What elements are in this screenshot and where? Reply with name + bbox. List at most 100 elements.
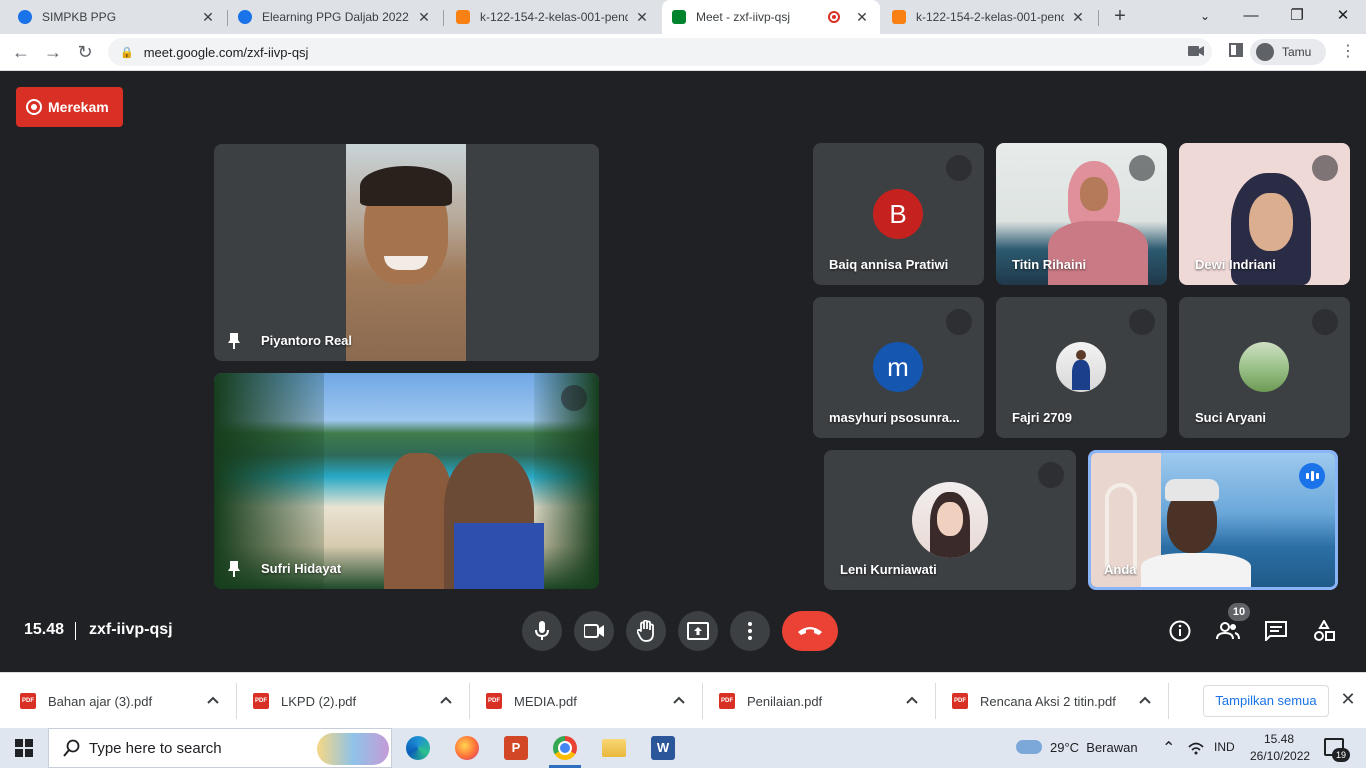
menu-icon[interactable]: ⋮ <box>1340 42 1356 62</box>
globe-icon <box>238 10 252 24</box>
tab-elearning[interactable]: Elearning PPG Daljab 2022 ✕ <box>228 0 442 34</box>
participant-tile[interactable]: Leni Kurniawati <box>824 450 1076 590</box>
tab-moodle-1[interactable]: k-122-154-2-kelas-001-pend ✕ <box>446 0 660 34</box>
browser-tab-strip: SIMPKB PPG ✕ Elearning PPG Daljab 2022 ✕… <box>0 0 1366 34</box>
search-highlight-image <box>317 733 389 765</box>
more-vert-icon <box>748 622 752 640</box>
chat-button[interactable] <box>1263 618 1289 644</box>
chevron-up-icon[interactable] <box>439 693 453 707</box>
profile-button[interactable]: Tamu <box>1250 39 1326 65</box>
info-icon <box>1169 620 1191 642</box>
participant-tile[interactable]: m masyhuri psosunra... <box>813 297 984 438</box>
participant-tile[interactable]: Dewi Indriani <box>1179 143 1350 285</box>
self-view-tile[interactable]: Anda <box>1088 450 1338 590</box>
download-filename: Penilaian.pdf <box>747 693 823 709</box>
chevron-up-icon[interactable] <box>905 693 919 707</box>
tab-simpkb[interactable]: SIMPKB PPG ✕ <box>8 0 226 34</box>
clock-date[interactable]: 26/10/2022 <box>1250 749 1310 763</box>
participant-tile[interactable]: B Baiq annisa Pratiwi <box>813 143 984 285</box>
forward-icon[interactable]: → <box>40 39 66 65</box>
participant-name: Piyantoro Real <box>261 333 353 348</box>
tab-moodle-2[interactable]: k-122-154-2-kelas-001-pend ✕ <box>882 0 1096 34</box>
firefox-icon <box>455 736 479 760</box>
close-icon[interactable]: ✕ <box>1070 9 1086 26</box>
download-item[interactable]: PDF Bahan ajar (3).pdf <box>0 673 236 729</box>
close-icon[interactable]: ✕ <box>416 9 432 26</box>
minimize-button[interactable]: — <box>1228 0 1274 34</box>
activities-button[interactable] <box>1311 618 1337 644</box>
address-bar[interactable]: 🔒 meet.google.com/zxf-iivp-qsj <box>108 38 1212 66</box>
file-explorer-app[interactable] <box>594 732 634 764</box>
close-shelf-icon[interactable]: ✕ <box>1338 689 1358 711</box>
meeting-details-button[interactable] <box>1167 618 1193 644</box>
recording-indicator[interactable]: Merekam <box>16 87 123 127</box>
raise-hand-button[interactable] <box>626 611 666 651</box>
reload-icon[interactable]: ↻ <box>72 39 98 65</box>
pin-icon[interactable] <box>228 561 240 577</box>
participant-tile[interactable]: Titin Rihaini <box>996 143 1167 285</box>
participant-tile[interactable]: Fajri 2709 <box>996 297 1167 438</box>
weather-icon <box>1016 740 1042 754</box>
close-icon[interactable]: ✕ <box>634 9 650 26</box>
close-icon[interactable]: ✕ <box>854 9 870 26</box>
weather-text[interactable]: 29°C Berawan <box>1050 740 1138 755</box>
moodle-icon <box>892 10 906 24</box>
tab-divider <box>1098 10 1099 26</box>
tab-title: k-122-154-2-kelas-001-pend <box>480 10 628 24</box>
camera-icon[interactable] <box>1186 42 1206 62</box>
pin-icon[interactable] <box>228 333 240 349</box>
powerpoint-app[interactable]: P <box>496 732 536 764</box>
download-filename: Rencana Aksi 2 titin.pdf <box>980 693 1116 709</box>
leave-call-button[interactable] <box>782 611 838 651</box>
chevron-up-icon[interactable] <box>206 693 220 707</box>
start-button[interactable] <box>0 728 48 768</box>
chevron-up-icon[interactable] <box>1138 693 1152 707</box>
camera-button[interactable] <box>574 611 614 651</box>
chevron-up-icon[interactable]: ⌃ <box>1162 738 1175 758</box>
folder-icon <box>602 739 626 757</box>
new-tab-button[interactable]: + <box>1108 4 1132 28</box>
microphone-button[interactable] <box>522 611 562 651</box>
tab-meet[interactable]: Meet - zxf-iivp-qsj ✕ <box>662 0 880 34</box>
participant-name: Fajri 2709 <box>1012 410 1072 425</box>
download-filename: LKPD (2).pdf <box>281 693 357 709</box>
language-indicator[interactable]: IND <box>1214 740 1235 754</box>
download-item[interactable]: PDF Rencana Aksi 2 titin.pdf <box>932 673 1168 729</box>
side-panel-icon[interactable] <box>1226 42 1246 62</box>
download-item[interactable]: PDF Penilaian.pdf <box>699 673 935 729</box>
participant-name: Anda <box>1104 562 1137 577</box>
download-item[interactable]: PDF LKPD (2).pdf <box>233 673 469 729</box>
search-icon <box>63 739 80 757</box>
mic-off-icon <box>1312 309 1338 335</box>
mic-off-icon <box>1129 309 1155 335</box>
participant-tile[interactable]: Suci Aryani <box>1179 297 1350 438</box>
restore-button[interactable]: ❐ <box>1274 0 1320 34</box>
microphone-icon <box>535 621 549 640</box>
participant-video <box>346 144 466 361</box>
back-icon[interactable]: ← <box>8 39 34 65</box>
more-options-button[interactable] <box>730 611 770 651</box>
edge-app[interactable] <box>398 732 438 764</box>
firefox-app[interactable] <box>447 732 487 764</box>
word-app[interactable]: W <box>643 732 683 764</box>
present-screen-button[interactable] <box>678 611 718 651</box>
tab-search-icon[interactable]: ⌄ <box>1182 0 1228 34</box>
meeting-code: zxf-iivp-qsj <box>89 621 173 638</box>
close-window-button[interactable]: ✕ <box>1320 0 1366 34</box>
participant-tile[interactable]: Piyantoro Real <box>214 144 599 361</box>
call-end-icon <box>798 627 822 635</box>
close-icon[interactable]: ✕ <box>200 9 216 26</box>
edge-icon <box>406 736 430 760</box>
people-icon <box>1216 622 1240 640</box>
show-all-downloads-button[interactable]: Tampilkan semua <box>1203 685 1329 717</box>
download-item[interactable]: PDF MEDIA.pdf <box>466 673 702 729</box>
wifi-icon[interactable] <box>1188 741 1204 755</box>
clock-time[interactable]: 15.48 <box>1264 732 1294 746</box>
windows-taskbar: Type here to search P W 29°C Berawan ⌃ I… <box>0 728 1366 768</box>
chrome-app[interactable] <box>545 732 585 768</box>
chevron-up-icon[interactable] <box>672 693 686 707</box>
mic-off-icon <box>946 309 972 335</box>
people-button[interactable] <box>1215 618 1241 644</box>
taskbar-search[interactable]: Type here to search <box>48 728 392 768</box>
participant-tile[interactable]: Sufri Hidayat <box>214 373 599 589</box>
